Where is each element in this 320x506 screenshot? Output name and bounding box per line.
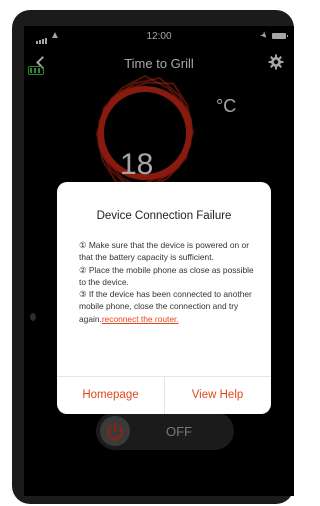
reconnect-router-link[interactable]: reconnect the router. [102, 314, 179, 324]
dialog-tip-3: ③ If the device has been connected to an… [79, 288, 255, 325]
dialog-body: ① Make sure that the device is powered o… [79, 239, 255, 325]
connection-failure-dialog: Device Connection Failure ① Make sure th… [57, 182, 271, 414]
homepage-button[interactable]: Homepage [57, 376, 164, 414]
dialog-title: Device Connection Failure [96, 210, 232, 222]
dialog-tip-1: ① Make sure that the device is powered o… [79, 240, 249, 263]
dialog-tip-2: ② Place the mobile phone as close as pos… [79, 264, 254, 287]
view-help-button[interactable]: View Help [164, 376, 271, 414]
